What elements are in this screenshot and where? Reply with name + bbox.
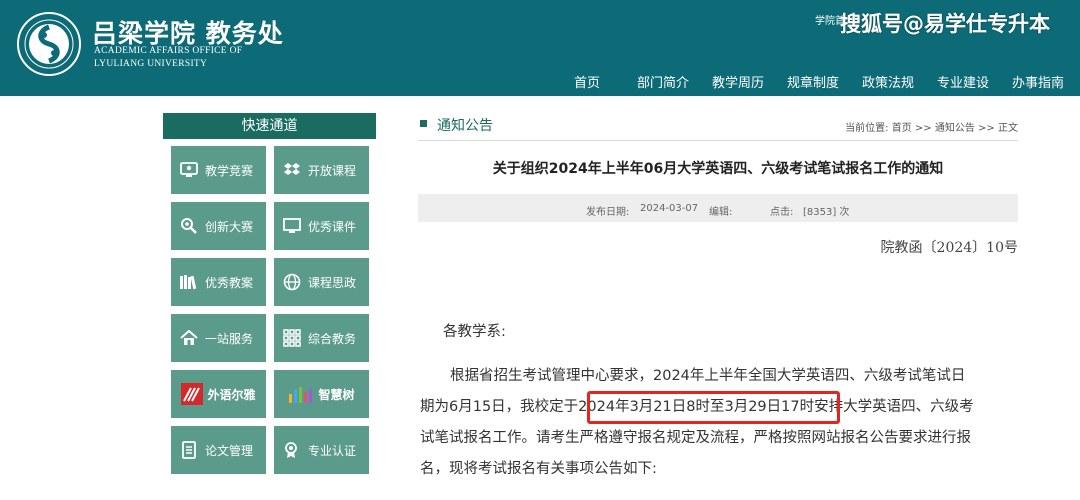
section-divider: [418, 140, 1018, 141]
quick-label: 课程思政: [308, 275, 357, 290]
body-line: 根据省招生考试管理中心要求，2024年上半年全国大学英语四、六级考试笔试日: [450, 368, 966, 384]
quick-label: 专业认证: [308, 443, 357, 458]
breadcrumb-separator: >>: [978, 123, 995, 134]
article-title: 关于组织2024年上半年06月大学英语四、六级考试笔试报名工作的通知: [492, 161, 944, 177]
nav-about[interactable]: 部门简介: [637, 72, 689, 91]
logo-chinese-name: 吕梁学院 教务处: [92, 19, 284, 48]
breadcrumb-current: 正文: [998, 123, 1018, 134]
article-meta: 发布日期: 2024-03-07 编辑: 点击: [8353] 次: [418, 194, 1018, 222]
document-number: 院教函〔2024〕10号: [880, 240, 1018, 256]
quick-one-stop-service[interactable]: 一站服务: [171, 314, 266, 362]
nav-regulations[interactable]: 规章制度: [787, 72, 839, 91]
globe-icon: [282, 272, 302, 292]
quick-label: 优秀教案: [205, 275, 254, 290]
publish-date: 2024-03-07: [640, 203, 699, 214]
breadcrumb: 当前位置: 首页 >> 通知公告 >> 正文: [845, 119, 1018, 134]
main-nav: 首页 部门简介 教学周历 规章制度 政策法规 专业建设 办事指南: [0, 72, 1080, 91]
click-count: [8353] 次: [803, 207, 850, 218]
nav-home[interactable]: 首页: [574, 72, 600, 91]
quick-thesis-management[interactable]: 论文管理: [171, 426, 266, 474]
breadcrumb-prefix: 当前位置:: [845, 123, 889, 134]
certificate-icon: [282, 440, 302, 460]
quick-label: 智慧树: [318, 387, 355, 402]
clicks-label: 点击:: [770, 207, 794, 218]
quick-excellent-lesson-plans[interactable]: 优秀教案: [171, 258, 266, 306]
quick-label: 优秀课件: [308, 219, 357, 234]
lightbulb-search-icon: [179, 216, 199, 236]
house-icon: [179, 328, 199, 348]
quick-label: 开放课程: [308, 163, 357, 178]
section-marker: [420, 120, 427, 127]
quick-innovation-contest[interactable]: 创新大赛: [171, 202, 266, 250]
dropbox-icon: [282, 160, 302, 180]
document-icon: [179, 440, 199, 460]
breadcrumb-notices[interactable]: 通知公告: [935, 123, 975, 134]
quick-label: 外语尔雅: [207, 387, 256, 402]
quick-excellent-courseware[interactable]: 优秀课件: [274, 202, 369, 250]
monitor-icon: [282, 216, 302, 236]
quick-course-ideology[interactable]: 课程思政: [274, 258, 369, 306]
quick-label: 一站服务: [205, 331, 254, 346]
quick-label: 综合教务: [308, 331, 357, 346]
quick-zhihuishu[interactable]: 智慧树: [274, 370, 369, 418]
nav-calendar[interactable]: 教学周历: [712, 72, 764, 91]
logo-english-line1: ACADEMIC AFFAIRS OFFICE OF: [94, 46, 243, 56]
zhihuishu-logo: 智慧树: [288, 384, 355, 404]
nav-majors[interactable]: 专业建设: [937, 72, 989, 91]
quick-major-certification[interactable]: 专业认证: [274, 426, 369, 474]
nav-policies[interactable]: 政策法规: [862, 72, 914, 91]
university-seal-logo[interactable]: [16, 11, 82, 77]
quick-open-courses[interactable]: 开放课程: [274, 146, 369, 194]
site-header: 吕梁学院 教务处 ACADEMIC AFFAIRS OFFICE OF LYUL…: [0, 0, 1080, 96]
highlight-box: [587, 391, 840, 424]
breadcrumb-home[interactable]: 首页: [892, 123, 912, 134]
watermark: 搜狐号@易学仕专升本: [840, 12, 1050, 36]
nav-guide[interactable]: 办事指南: [1012, 72, 1064, 91]
quick-access-title: 快速通道: [163, 113, 376, 139]
grid-icon: [282, 328, 302, 348]
body-line: 试笔试报名工作。请考生严格遵守报名规定及流程，严格按照网站报名公告要求进行报: [420, 430, 971, 446]
chaoxing-erya-logo: 外语尔雅: [181, 383, 256, 405]
logo-english-line2: LYULIANG UNIVERSITY: [94, 59, 208, 69]
editor-label: 编辑:: [709, 207, 733, 218]
quick-teaching-contest[interactable]: 教学竞赛: [171, 146, 266, 194]
body-line: 名，现将考试报名有关事项公告如下:: [420, 461, 657, 477]
publish-label: 发布日期:: [586, 207, 630, 218]
section-title: 通知公告: [437, 118, 493, 134]
quick-academic-system[interactable]: 综合教务: [274, 314, 369, 362]
quick-label: 论文管理: [205, 443, 254, 458]
greeting-text: 各教学系:: [443, 324, 506, 340]
greeting: 各教学系:: [443, 317, 1046, 348]
monitor-person-icon: [179, 160, 199, 180]
quick-label: 教学竞赛: [205, 163, 254, 178]
quick-erya[interactable]: 外语尔雅: [171, 370, 266, 418]
breadcrumb-separator: >>: [914, 123, 932, 134]
quick-label: 创新大赛: [205, 219, 254, 234]
books-icon: [179, 272, 199, 292]
